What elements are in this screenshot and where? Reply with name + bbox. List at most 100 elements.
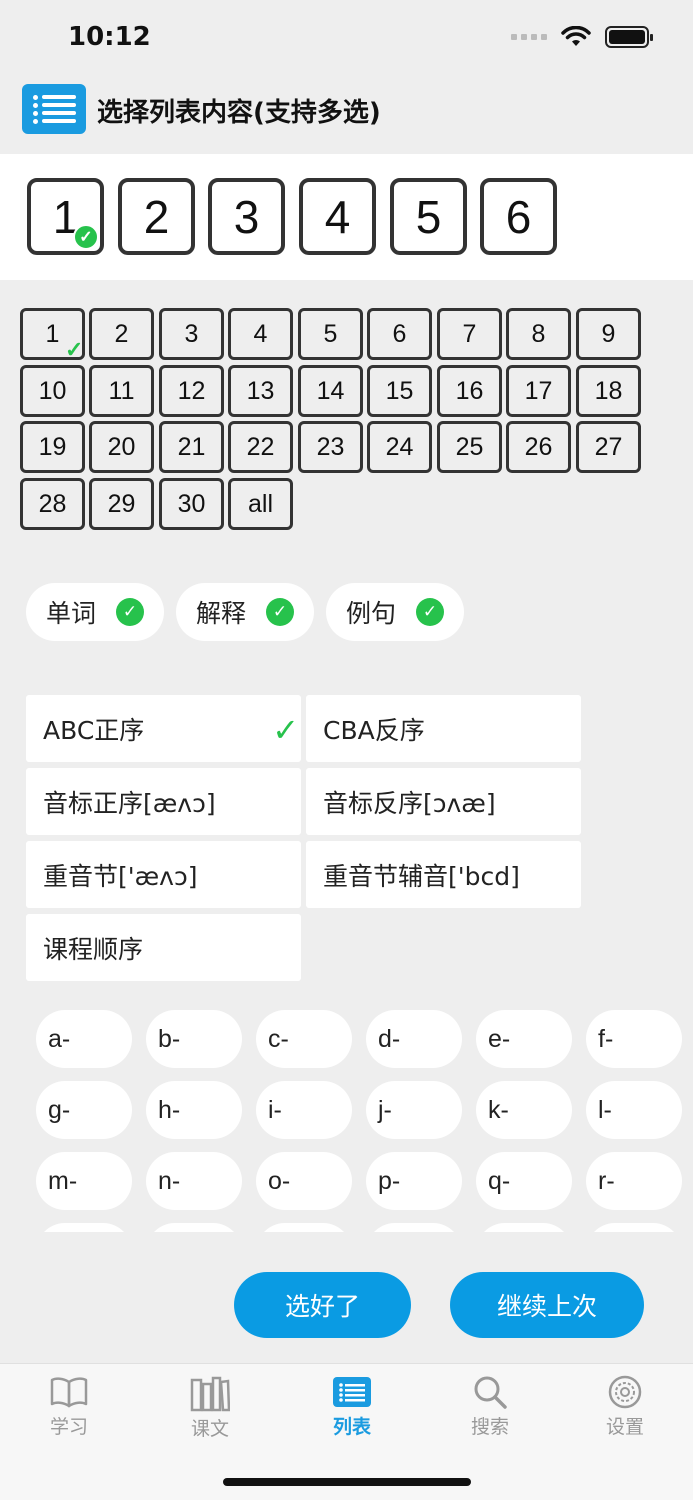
sort-option-stress-consonant[interactable]: 重音节辅音['bcd] [306,841,581,908]
home-indicator [223,1478,471,1486]
letter-pill[interactable]: b- [146,1010,242,1068]
header: 选择列表内容(支持多选) [0,80,693,154]
letter-pill[interactable]: e- [476,1010,572,1068]
lesson-button[interactable]: 16 [437,365,502,417]
letter-pill[interactable]: g- [36,1081,132,1139]
lesson-button[interactable]: 24 [367,421,432,473]
letter-pill[interactable] [586,1223,682,1232]
lesson-button[interactable]: 22 [228,421,293,473]
letter-pill[interactable]: r- [586,1152,682,1210]
cellular-icon [511,34,547,40]
lesson-button[interactable]: 1 ✓ [20,308,85,362]
sort-option-course[interactable]: 课程顺序 [26,914,301,981]
lesson-button[interactable]: 28 [20,478,85,530]
lesson-button-all[interactable]: all [228,478,293,530]
letter-pill[interactable]: d- [366,1010,462,1068]
letter-pill[interactable]: m- [36,1152,132,1210]
sort-option-stress[interactable]: 重音节['æʌɔ] [26,841,301,908]
tab-list[interactable]: 列表 [302,1364,402,1444]
lesson-button[interactable]: 5 [298,308,363,360]
lesson-button[interactable]: 4 [228,308,293,360]
letter-pill[interactable]: o- [256,1152,352,1210]
check-icon: ✓ [116,598,144,626]
wifi-icon [561,26,591,46]
volume-button-3[interactable]: 3 [208,178,285,255]
lesson-button[interactable]: 27 [576,421,641,473]
sort-option-phonetic-asc[interactable]: 音标正序[æʌɔ] [26,768,301,835]
letter-pill[interactable]: q- [476,1152,572,1210]
gear-icon [608,1374,642,1410]
lesson-button[interactable]: 25 [437,421,502,473]
list-icon [333,1374,371,1410]
letter-pill[interactable]: c- [256,1010,352,1068]
lesson-button[interactable]: 6 [367,308,432,360]
volume-button-4[interactable]: 4 [299,178,376,255]
volume-button-2[interactable]: 2 [118,178,195,255]
lesson-button[interactable]: 8 [506,308,571,360]
tab-texts[interactable]: 课文 [160,1364,260,1444]
tab-label: 设置 [605,1416,644,1438]
letter-pill[interactable]: h- [146,1081,242,1139]
letter-pill[interactable] [36,1223,132,1232]
lesson-button[interactable]: 13 [228,365,293,417]
letter-pill[interactable]: k- [476,1081,572,1139]
volume-button-1[interactable]: 1 ✓ [27,178,104,255]
tab-study[interactable]: 学习 [19,1364,119,1444]
volume-button-6[interactable]: 6 [480,178,557,255]
letter-pill[interactable]: n- [146,1152,242,1210]
sort-option-abc[interactable]: ABC正序 ✓ [26,695,301,762]
search-icon [473,1374,507,1410]
letter-pill[interactable]: a- [36,1010,132,1068]
lesson-button[interactable]: 10 [20,365,85,417]
lesson-button[interactable]: 19 [20,421,85,473]
page-title: 选择列表内容(支持多选) [97,98,381,128]
tab-label: 学习 [49,1416,88,1438]
lesson-button[interactable]: 17 [506,365,571,417]
lesson-button[interactable]: 3 [159,308,224,360]
toggle-examples[interactable]: 例句 ✓ [326,583,464,641]
letter-pill[interactable] [366,1223,462,1232]
book-icon [50,1374,88,1410]
continue-last-button[interactable]: 继续上次 [450,1272,644,1338]
letter-filter[interactable]: a- b- c- d- e- f- g- h- i- j- k- l- m- n… [0,1000,693,1232]
letter-pill[interactable]: j- [366,1081,462,1139]
lesson-button[interactable]: 12 [159,365,224,417]
lesson-button[interactable]: 23 [298,421,363,473]
lesson-button[interactable]: 18 [576,365,641,417]
lesson-button[interactable]: 26 [506,421,571,473]
letter-pill[interactable]: f- [586,1010,682,1068]
letter-pill[interactable]: i- [256,1081,352,1139]
lesson-button[interactable]: 29 [89,478,154,530]
letter-pill[interactable] [476,1223,572,1232]
toggle-definitions[interactable]: 解释 ✓ [176,583,314,641]
lesson-button[interactable]: 30 [159,478,224,530]
letter-pill[interactable]: p- [366,1152,462,1210]
sort-option-cba[interactable]: CBA反序 [306,695,581,762]
lesson-button[interactable]: 21 [159,421,224,473]
lesson-button[interactable]: 20 [89,421,154,473]
lesson-button[interactable]: 15 [367,365,432,417]
check-icon: ✓ [416,598,444,626]
confirm-button[interactable]: 选好了 [234,1272,411,1338]
lesson-button[interactable]: 11 [89,365,154,417]
lesson-button[interactable]: 2 [89,308,154,360]
lesson-button[interactable]: 9 [576,308,641,360]
check-icon: ✓ [65,337,84,362]
lesson-button[interactable]: 14 [298,365,363,417]
check-icon: ✓ [272,711,299,749]
lesson-button[interactable]: 7 [437,308,502,360]
status-bar: 10:12 [0,0,693,80]
tab-label: 课文 [190,1418,229,1440]
list-logo-icon [22,84,86,134]
volume-button-5[interactable]: 5 [390,178,467,255]
letter-pill[interactable] [256,1223,352,1232]
tab-settings[interactable]: 设置 [575,1364,675,1444]
sort-option-phonetic-desc[interactable]: 音标反序[ɔʌæ] [306,768,581,835]
tab-label: 搜索 [470,1416,509,1438]
letter-pill[interactable]: l- [586,1081,682,1139]
toggle-words[interactable]: 单词 ✓ [26,583,164,641]
tab-label: 列表 [332,1416,371,1438]
letter-pill[interactable] [146,1223,242,1232]
status-icons [511,26,653,48]
tab-search[interactable]: 搜索 [440,1364,540,1444]
